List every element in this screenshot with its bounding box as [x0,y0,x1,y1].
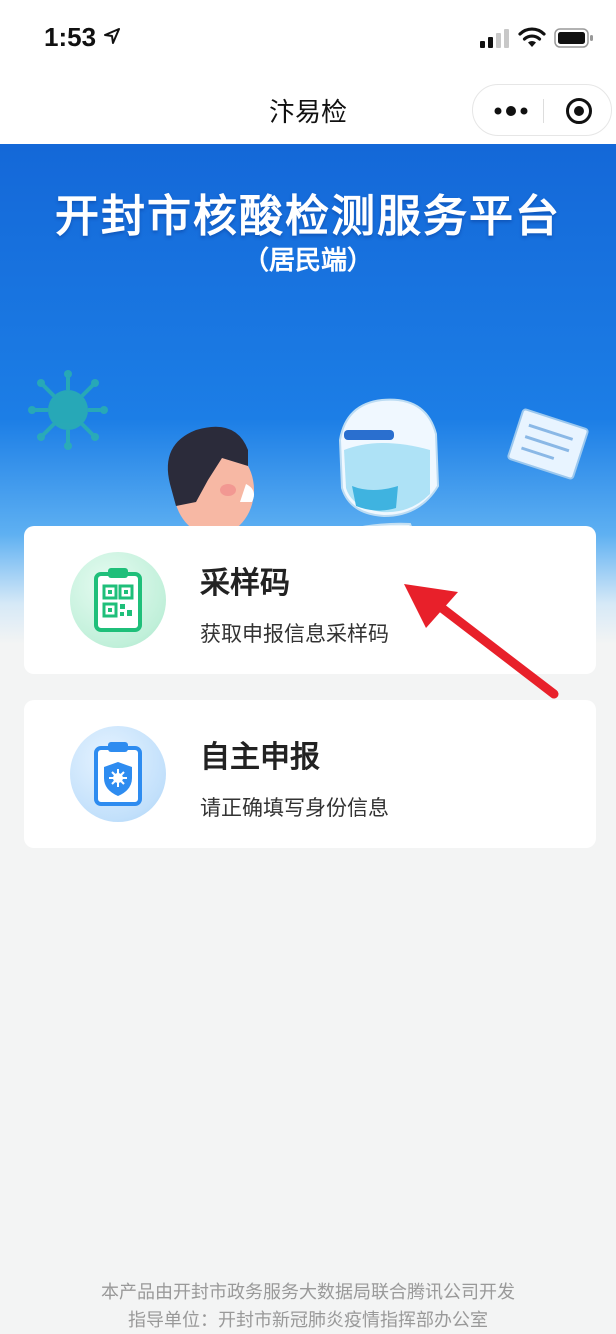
nav-bar: 汴易检 [0,76,616,144]
location-arrow-icon [104,28,120,44]
banner-title: 开封市核酸检测服务平台 [55,191,561,242]
red-arrow-icon [404,584,559,699]
status-bar: 1:53 [0,0,616,76]
battery-icon [554,28,593,48]
card-title: 采样码 [200,566,290,601]
footer-developer-text: 本产品由开封市政务服务大数据局联合腾讯公司开发 [101,1282,515,1303]
mini-program-capsule [472,84,612,136]
self-report-card[interactable]: 自主申报 请正确填写身份信息 [24,700,596,848]
more-dots-icon[interactable] [493,103,529,119]
document-sheet-icon [507,408,589,480]
qr-clipboard-icon [70,552,166,648]
card-description: 获取申报信息采样码 [200,622,389,646]
card-title: 自主申报 [200,740,320,775]
footer-guidance-text: 指导单位：开封市新冠肺炎疫情指挥部办公室 [128,1310,488,1331]
status-time: 1:53 [44,22,97,52]
virus-icon [28,370,108,450]
cellular-signal-icon [480,29,509,48]
wifi-icon [518,27,546,47]
card-description: 请正确填写身份信息 [200,796,389,820]
shield-clipboard-icon [70,726,166,822]
capsule-divider [543,99,544,123]
target-circle-icon[interactable] [565,97,593,125]
